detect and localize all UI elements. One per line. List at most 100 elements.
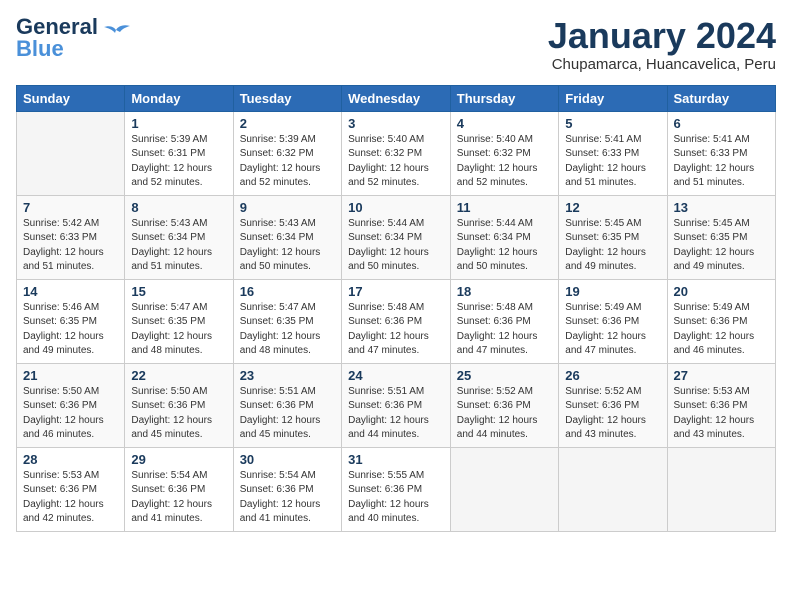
- day-info: Sunrise: 5:39 AMSunset: 6:31 PMDaylight:…: [131, 133, 226, 191]
- day-info: Sunrise: 5:48 AMSunset: 6:36 PMDaylight:…: [348, 301, 444, 359]
- calendar-cell: 21 Sunrise: 5:50 AMSunset: 6:36 PMDayligh…: [17, 363, 125, 447]
- calendar-cell: 15 Sunrise: 5:47 AMSunset: 6:35 PMDayligh…: [125, 279, 233, 363]
- calendar-cell: 13 Sunrise: 5:45 AMSunset: 6:35 PMDayligh…: [667, 195, 776, 279]
- day-info: Sunrise: 5:53 AMSunset: 6:36 PMDaylight:…: [674, 385, 770, 443]
- day-number: 16: [240, 284, 335, 299]
- day-number: 15: [131, 284, 226, 299]
- calendar-cell: 11Sunrise: 5:44 AMSunset: 6:34 PMDayligh…: [450, 195, 558, 279]
- day-number: 9: [240, 200, 335, 215]
- day-info: Sunrise: 5:45 AMSunset: 6:35 PMDaylight:…: [674, 217, 770, 275]
- day-number: 18: [457, 284, 552, 299]
- day-info: Sunrise: 5:40 AMSunset: 6:32 PMDaylight:…: [457, 133, 552, 191]
- day-info: Sunrise: 5:52 AMSunset: 6:36 PMDaylight:…: [565, 385, 660, 443]
- calendar-cell: 26Sunrise: 5:52 AMSunset: 6:36 PMDayligh…: [559, 363, 667, 447]
- calendar-week-row: 14Sunrise: 5:46 AMSunset: 6:35 PMDayligh…: [17, 279, 776, 363]
- day-info: Sunrise: 5:53 AMSunset: 6:36 PMDaylight:…: [23, 469, 118, 527]
- calendar-cell: 9 Sunrise: 5:43 AMSunset: 6:34 PMDaylight…: [233, 195, 341, 279]
- calendar-cell: [559, 447, 667, 531]
- day-number: 21: [23, 368, 118, 383]
- day-number: 3: [348, 116, 444, 131]
- calendar-cell: 30Sunrise: 5:54 AMSunset: 6:36 PMDayligh…: [233, 447, 341, 531]
- calendar-week-row: 1 Sunrise: 5:39 AMSunset: 6:31 PMDaylight…: [17, 111, 776, 195]
- day-info: Sunrise: 5:47 AMSunset: 6:35 PMDaylight:…: [131, 301, 226, 359]
- calendar-cell: 4 Sunrise: 5:40 AMSunset: 6:32 PMDaylight…: [450, 111, 558, 195]
- logo-bird-icon: [102, 22, 130, 42]
- calendar-table: SundayMondayTuesdayWednesdayThursdayFrid…: [16, 85, 776, 532]
- calendar-week-row: 7 Sunrise: 5:42 AMSunset: 6:33 PMDaylight…: [17, 195, 776, 279]
- day-info: Sunrise: 5:47 AMSunset: 6:35 PMDaylight:…: [240, 301, 335, 359]
- day-info: Sunrise: 5:55 AMSunset: 6:36 PMDaylight:…: [348, 469, 444, 527]
- day-info: Sunrise: 5:51 AMSunset: 6:36 PMDaylight:…: [240, 385, 335, 443]
- day-number: 10: [348, 200, 444, 215]
- weekday-header-sunday: Sunday: [17, 85, 125, 111]
- day-info: Sunrise: 5:50 AMSunset: 6:36 PMDaylight:…: [23, 385, 118, 443]
- day-number: 28: [23, 452, 118, 467]
- day-number: 17: [348, 284, 444, 299]
- day-number: 1: [131, 116, 226, 131]
- day-info: Sunrise: 5:40 AMSunset: 6:32 PMDaylight:…: [348, 133, 444, 191]
- calendar-cell: 18 Sunrise: 5:48 AMSunset: 6:36 PMDayligh…: [450, 279, 558, 363]
- logo: GeneralBlue: [16, 16, 130, 60]
- calendar-cell: 29Sunrise: 5:54 AMSunset: 6:36 PMDayligh…: [125, 447, 233, 531]
- day-info: Sunrise: 5:52 AMSunset: 6:36 PMDaylight:…: [457, 385, 552, 443]
- day-number: 20: [674, 284, 770, 299]
- calendar-cell: 23 Sunrise: 5:51 AMSunset: 6:36 PMDayligh…: [233, 363, 341, 447]
- weekday-header-thursday: Thursday: [450, 85, 558, 111]
- day-info: Sunrise: 5:41 AMSunset: 6:33 PMDaylight:…: [674, 133, 770, 191]
- page-header: GeneralBlue January 2024 Chupamarca, Hua…: [16, 16, 776, 73]
- day-info: Sunrise: 5:54 AMSunset: 6:36 PMDaylight:…: [131, 469, 226, 527]
- calendar-cell: 3 Sunrise: 5:40 AMSunset: 6:32 PMDaylight…: [342, 111, 451, 195]
- weekday-header-monday: Monday: [125, 85, 233, 111]
- weekday-header-saturday: Saturday: [667, 85, 776, 111]
- day-info: Sunrise: 5:50 AMSunset: 6:36 PMDaylight:…: [131, 385, 226, 443]
- calendar-cell: 31Sunrise: 5:55 AMSunset: 6:36 PMDayligh…: [342, 447, 451, 531]
- calendar-week-row: 28 Sunrise: 5:53 AMSunset: 6:36 PMDayligh…: [17, 447, 776, 531]
- calendar-cell: 25 Sunrise: 5:52 AMSunset: 6:36 PMDayligh…: [450, 363, 558, 447]
- day-info: Sunrise: 5:44 AMSunset: 6:34 PMDaylight:…: [457, 217, 552, 275]
- day-info: Sunrise: 5:43 AMSunset: 6:34 PMDaylight:…: [240, 217, 335, 275]
- calendar-cell: 27 Sunrise: 5:53 AMSunset: 6:36 PMDayligh…: [667, 363, 776, 447]
- calendar-cell: 24Sunrise: 5:51 AMSunset: 6:36 PMDayligh…: [342, 363, 451, 447]
- day-number: 19: [565, 284, 660, 299]
- day-info: Sunrise: 5:41 AMSunset: 6:33 PMDaylight:…: [565, 133, 660, 191]
- day-info: Sunrise: 5:49 AMSunset: 6:36 PMDaylight:…: [674, 301, 770, 359]
- day-number: 25: [457, 368, 552, 383]
- calendar-week-row: 21 Sunrise: 5:50 AMSunset: 6:36 PMDayligh…: [17, 363, 776, 447]
- day-number: 27: [674, 368, 770, 383]
- day-number: 5: [565, 116, 660, 131]
- day-number: 2: [240, 116, 335, 131]
- calendar-cell: 12Sunrise: 5:45 AMSunset: 6:35 PMDayligh…: [559, 195, 667, 279]
- day-info: Sunrise: 5:42 AMSunset: 6:33 PMDaylight:…: [23, 217, 118, 275]
- weekday-header-friday: Friday: [559, 85, 667, 111]
- day-number: 6: [674, 116, 770, 131]
- calendar-cell: 22 Sunrise: 5:50 AMSunset: 6:36 PMDayligh…: [125, 363, 233, 447]
- calendar-cell: 17 Sunrise: 5:48 AMSunset: 6:36 PMDayligh…: [342, 279, 451, 363]
- day-info: Sunrise: 5:45 AMSunset: 6:35 PMDaylight:…: [565, 217, 660, 275]
- day-number: 7: [23, 200, 118, 215]
- calendar-cell: 1 Sunrise: 5:39 AMSunset: 6:31 PMDaylight…: [125, 111, 233, 195]
- calendar-cell: 20 Sunrise: 5:49 AMSunset: 6:36 PMDayligh…: [667, 279, 776, 363]
- day-info: Sunrise: 5:48 AMSunset: 6:36 PMDaylight:…: [457, 301, 552, 359]
- day-info: Sunrise: 5:39 AMSunset: 6:32 PMDaylight:…: [240, 133, 335, 191]
- title-block: January 2024 Chupamarca, Huancavelica, P…: [548, 16, 776, 73]
- calendar-cell: 14Sunrise: 5:46 AMSunset: 6:35 PMDayligh…: [17, 279, 125, 363]
- calendar-cell: 2 Sunrise: 5:39 AMSunset: 6:32 PMDaylight…: [233, 111, 341, 195]
- calendar-cell: [450, 447, 558, 531]
- day-number: 8: [131, 200, 226, 215]
- weekday-header-wednesday: Wednesday: [342, 85, 451, 111]
- calendar-cell: 6 Sunrise: 5:41 AMSunset: 6:33 PMDaylight…: [667, 111, 776, 195]
- day-info: Sunrise: 5:43 AMSunset: 6:34 PMDaylight:…: [131, 217, 226, 275]
- day-number: 24: [348, 368, 444, 383]
- day-info: Sunrise: 5:54 AMSunset: 6:36 PMDaylight:…: [240, 469, 335, 527]
- day-number: 14: [23, 284, 118, 299]
- day-number: 22: [131, 368, 226, 383]
- day-number: 23: [240, 368, 335, 383]
- weekday-header-tuesday: Tuesday: [233, 85, 341, 111]
- day-info: Sunrise: 5:44 AMSunset: 6:34 PMDaylight:…: [348, 217, 444, 275]
- day-number: 13: [674, 200, 770, 215]
- day-number: 4: [457, 116, 552, 131]
- calendar-header-row: SundayMondayTuesdayWednesdayThursdayFrid…: [17, 85, 776, 111]
- calendar-cell: 7 Sunrise: 5:42 AMSunset: 6:33 PMDaylight…: [17, 195, 125, 279]
- month-title: January 2024: [548, 16, 776, 56]
- calendar-cell: 10 Sunrise: 5:44 AMSunset: 6:34 PMDayligh…: [342, 195, 451, 279]
